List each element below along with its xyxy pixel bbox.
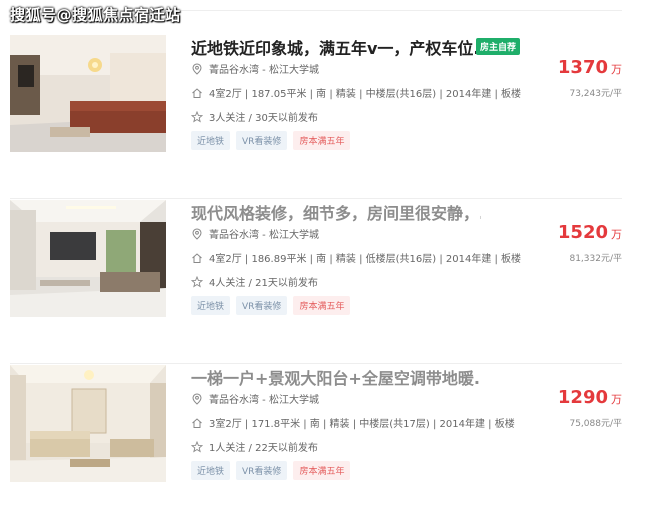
- total-price: 1290 万: [558, 387, 622, 408]
- tag-list: 近地铁 VR看装修 房本满五年: [191, 296, 351, 315]
- unit-price: 81,332元/平: [569, 254, 622, 264]
- tag-vr-decoration: VR看装修: [236, 461, 288, 480]
- listing-photo[interactable]: [10, 365, 166, 482]
- listing-photo[interactable]: [10, 200, 166, 317]
- star-icon: [191, 275, 203, 288]
- details-text: 3室2厅 | 171.8平米 | 南 | 精装 | 中楼层(共17层) | 20…: [209, 419, 515, 430]
- location-row: 菁品谷水湾 - 松江大学城: [191, 226, 319, 241]
- tag-five-years: 房本满五年: [293, 461, 351, 480]
- location-pin-icon: [191, 62, 203, 75]
- living-room-photo-1: [10, 35, 166, 152]
- location-text[interactable]: 菁品谷水湾 - 松江大学城: [209, 391, 319, 406]
- listing-item[interactable]: 一梯一户+景观大阳台+全屋空调带地暖... 菁品谷水湾 - 松江大学城 3室2厅…: [10, 365, 622, 517]
- price-unit: 万: [611, 63, 622, 76]
- location-row: 菁品谷水湾 - 松江大学城: [191, 391, 319, 406]
- total-price: 1520 万: [558, 222, 622, 243]
- tag-list: 近地铁 VR看装修 房本满五年: [191, 131, 351, 150]
- listing-item[interactable]: 现代风格装修，细节多，房间里很安静，... 菁品谷水湾 - 松江大学城 4室2厅…: [10, 200, 622, 364]
- tag-near-subway: 近地铁: [191, 296, 231, 315]
- follow-row: 3人关注 / 30天以前发布: [191, 109, 318, 124]
- price-value: 1290: [557, 387, 608, 408]
- owner-recommended-badge: 房主自荐: [476, 38, 521, 55]
- unit-price: 75,088元/平: [569, 419, 622, 429]
- total-price: 1370 万: [558, 57, 622, 78]
- details-row: 3室2厅 | 171.8平米 | 南 | 精装 | 中楼层(共17层) | 20…: [191, 415, 515, 430]
- tag-near-subway: 近地铁: [191, 461, 231, 480]
- house-icon: [191, 417, 203, 429]
- unit-price: 73,243元/平: [569, 89, 622, 99]
- price-unit: 万: [611, 393, 622, 406]
- details-text: 4室2厅 | 186.89平米 | 南 | 精装 | 低楼层(共16层) | 2…: [209, 254, 522, 265]
- details-row: 4室2厅 | 186.89平米 | 南 | 精装 | 低楼层(共16层) | 2…: [191, 250, 521, 265]
- tag-list: 近地铁 VR看装修 房本满五年: [191, 461, 351, 480]
- tag-five-years: 房本满五年: [293, 296, 351, 315]
- tag-vr-decoration: VR看装修: [236, 296, 288, 315]
- house-icon: [191, 87, 203, 99]
- follow-text: 4人关注 / 21天以前发布: [209, 278, 318, 289]
- tag-five-years: 房本满五年: [293, 131, 351, 150]
- watermark: 搜狐号@搜狐焦点宿迁站: [10, 6, 181, 24]
- follow-text: 3人关注 / 30天以前发布: [209, 113, 318, 124]
- price-unit: 万: [611, 228, 622, 241]
- price-value: 1370: [557, 57, 608, 78]
- listing-divider: [10, 198, 622, 199]
- star-icon: [191, 110, 203, 123]
- details-row: 4室2厅 | 187.05平米 | 南 | 精装 | 中楼层(共16层) | 2…: [191, 85, 521, 100]
- tag-vr-decoration: VR看装修: [236, 131, 288, 150]
- price-value: 1520: [557, 222, 608, 243]
- listing-title[interactable]: 现代风格装修，细节多，房间里很安静，...: [191, 200, 481, 224]
- listing-divider: [10, 363, 622, 364]
- location-text[interactable]: 菁品谷水湾 - 松江大学城: [209, 61, 319, 76]
- living-room-photo-3: [10, 365, 166, 482]
- location-pin-icon: [191, 227, 203, 240]
- details-text: 4室2厅 | 187.05平米 | 南 | 精装 | 中楼层(共16层) | 2…: [209, 89, 522, 100]
- tag-near-subway: 近地铁: [191, 131, 231, 150]
- follow-text: 1人关注 / 22天以前发布: [209, 443, 318, 454]
- star-icon: [191, 440, 203, 453]
- listing-photo[interactable]: [10, 35, 166, 152]
- house-icon: [191, 252, 203, 264]
- location-text[interactable]: 菁品谷水湾 - 松江大学城: [209, 226, 319, 241]
- follow-row: 4人关注 / 21天以前发布: [191, 274, 318, 289]
- listing-title[interactable]: 一梯一户+景观大阳台+全屋空调带地暖...: [191, 365, 481, 389]
- listing-title[interactable]: 近地铁近印象城，满五年v一，产权车位...: [191, 35, 481, 59]
- living-room-photo-2: [10, 200, 166, 317]
- follow-row: 1人关注 / 22天以前发布: [191, 439, 318, 454]
- location-row: 菁品谷水湾 - 松江大学城: [191, 61, 319, 76]
- listing-item[interactable]: 近地铁近印象城，满五年v一，产权车位... 房主自荐 菁品谷水湾 - 松江大学城…: [10, 35, 622, 199]
- location-pin-icon: [191, 392, 203, 405]
